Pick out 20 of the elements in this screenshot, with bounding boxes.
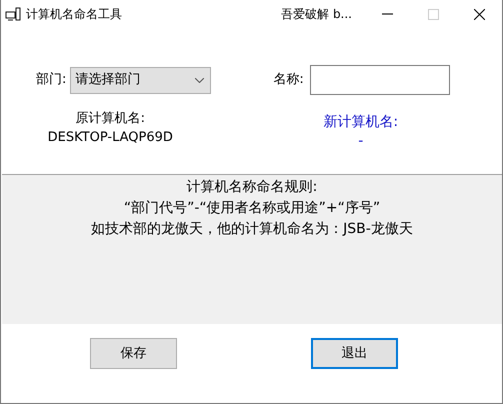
computer-icon [5, 7, 21, 21]
close-icon [474, 8, 484, 20]
rule-text: 计算机名称命名规则: [186, 179, 318, 195]
rule-text: “部门代号”-“使用者名称或用途”+“序号” [124, 200, 380, 216]
original-name-value: DESKTOP-LAQP69D [46, 129, 174, 147]
department-dropdown[interactable]: 请选择部门 [70, 66, 212, 94]
minimize-icon [382, 13, 392, 15]
name-input[interactable] [310, 65, 450, 95]
new-name-label: 新计算机名: [323, 114, 398, 130]
name-label: 名称: [273, 71, 304, 90]
chevron-down-icon [195, 78, 204, 82]
caption-text: 吾爱破解 b... [281, 6, 352, 23]
new-name-value: - [358, 133, 364, 149]
save-button[interactable]: 保存 [90, 338, 177, 369]
rule-text: 如技术部的龙傲天，他的计算机命名为：JSB-龙傲天 [91, 221, 413, 237]
maximize-icon [428, 8, 438, 20]
department-label: 部门: [36, 71, 66, 90]
exit-button[interactable]: 退出 [311, 338, 398, 369]
window-title: 计算机名命名工具 [26, 6, 122, 23]
original-name-label: 原计算机名: [74, 110, 146, 128]
